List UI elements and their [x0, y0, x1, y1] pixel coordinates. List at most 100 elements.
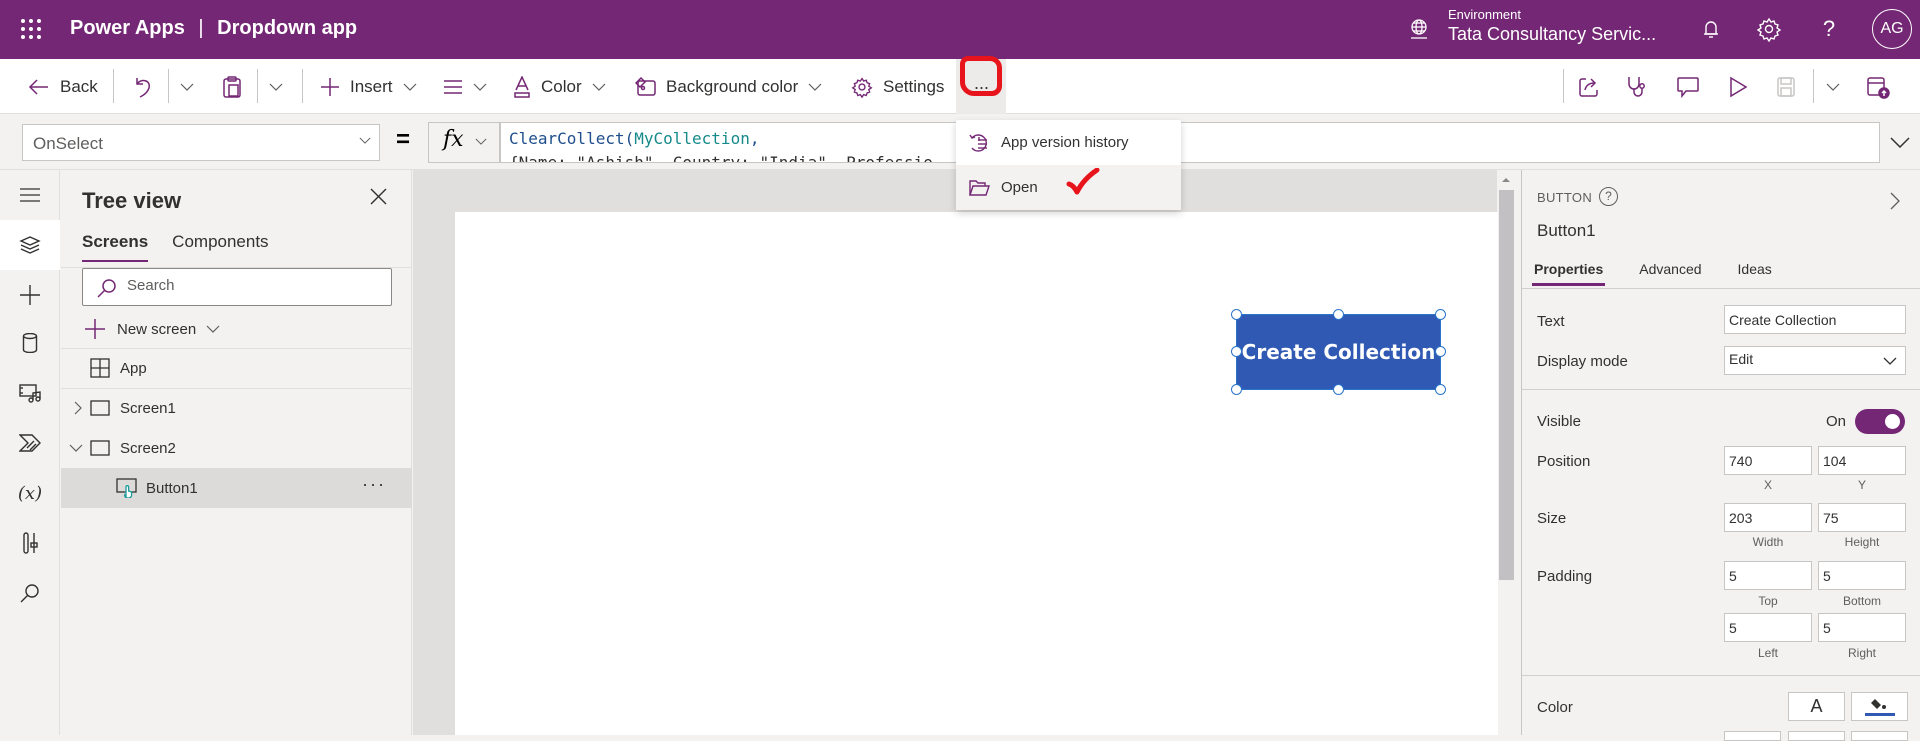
tree-node-screen2[interactable]: Screen2 — [61, 428, 412, 468]
expand-formula-button[interactable] — [1880, 122, 1920, 163]
canvas-vertical-scrollbar[interactable] — [1498, 170, 1514, 735]
control-type-label: BUTTON — [1537, 190, 1593, 205]
rail-search[interactable] — [0, 568, 60, 618]
new-screen-button[interactable]: New screen — [85, 314, 220, 344]
rail-data[interactable] — [0, 318, 60, 368]
height-input[interactable] — [1818, 503, 1906, 532]
tree-node-button1[interactable]: Button1 ··· — [61, 468, 412, 508]
position-x-input[interactable] — [1724, 446, 1812, 475]
formula-line-1: ClearCollect(MyCollection, — [509, 127, 1871, 151]
create-collection-button[interactable]: Create Collection — [1236, 314, 1441, 390]
control-name[interactable]: Button1 — [1537, 221, 1596, 241]
fill-color-button[interactable] — [1851, 692, 1908, 721]
paste-button[interactable] — [222, 59, 242, 114]
rail-advanced-tools[interactable] — [0, 518, 60, 568]
rail-tree-view[interactable] — [0, 220, 60, 270]
resize-handle-right[interactable] — [1435, 346, 1446, 357]
tab-advanced[interactable]: Advanced — [1637, 261, 1703, 286]
help-icon[interactable]: ? — [1599, 187, 1618, 206]
rail-power-automate[interactable] — [0, 418, 60, 468]
product-name: Power Apps — [70, 17, 185, 39]
color-button[interactable]: Color — [513, 59, 606, 114]
resize-handle-top-right[interactable] — [1435, 309, 1446, 320]
back-button[interactable]: Back — [28, 59, 98, 114]
menu-item-app-version-history[interactable]: App version history — [956, 120, 1181, 165]
app-launcher-icon[interactable] — [20, 18, 42, 40]
close-tree-view-button[interactable] — [370, 188, 387, 205]
undo-dropdown-button[interactable] — [180, 59, 194, 114]
x-caption: X — [1763, 478, 1772, 492]
help-icon[interactable]: ? — [1816, 16, 1842, 42]
collapse-panel-button[interactable] — [1890, 192, 1900, 210]
publish-button[interactable] — [1866, 59, 1890, 114]
rail-media[interactable] — [0, 368, 60, 418]
width-input[interactable] — [1724, 503, 1812, 532]
more-commands-button[interactable]: ... — [956, 56, 1006, 114]
node-more-options-button[interactable]: ··· — [362, 474, 386, 495]
right-caption: Right — [1847, 646, 1876, 660]
color-input-partial[interactable] — [1788, 731, 1845, 741]
padding-top-input[interactable] — [1724, 561, 1812, 590]
notification-bell-icon[interactable] — [1698, 16, 1724, 42]
align-button[interactable] — [443, 59, 487, 114]
settings-gear-icon[interactable] — [1756, 16, 1782, 42]
resize-handle-bottom-right[interactable] — [1435, 384, 1446, 395]
paste-dropdown-button[interactable] — [269, 59, 283, 114]
rail-insert[interactable] — [0, 270, 60, 320]
function-picker-button[interactable]: fx — [428, 122, 500, 163]
property-dropdown[interactable]: OnSelect — [22, 124, 380, 161]
text-color-button[interactable]: A — [1788, 692, 1845, 721]
tree-node-screen1[interactable]: Screen1 — [61, 388, 412, 428]
display-mode-label: Display mode — [1537, 353, 1628, 370]
settings-button[interactable]: Settings — [851, 59, 944, 114]
tree-node-app[interactable]: App — [61, 348, 412, 388]
comment-icon — [1677, 76, 1699, 98]
app-grid-icon — [90, 358, 110, 378]
publish-icon — [1867, 76, 1890, 99]
color-input-partial[interactable] — [1724, 731, 1781, 741]
scroll-up-arrow-icon[interactable] — [1502, 178, 1510, 182]
environment-picker[interactable]: Tata Consultancy Servic... — [1448, 24, 1656, 45]
resize-handle-top[interactable] — [1333, 309, 1344, 320]
tab-components[interactable]: Components — [172, 232, 268, 262]
rail-variables[interactable]: (x) — [0, 468, 60, 518]
resize-handle-bottom-left[interactable] — [1231, 384, 1242, 395]
formula-function: ClearCollect( — [509, 129, 635, 148]
divider — [113, 69, 114, 103]
save-options-dropdown[interactable] — [1826, 59, 1840, 114]
insert-button[interactable]: Insert — [320, 59, 417, 114]
tree-search-input[interactable] — [127, 277, 377, 294]
app-checker-button[interactable] — [1626, 59, 1650, 114]
tab-properties[interactable]: Properties — [1532, 261, 1606, 286]
rail-menu-button[interactable] — [0, 170, 60, 220]
user-avatar[interactable]: AG — [1872, 9, 1912, 49]
annotation-highlight — [960, 56, 1002, 96]
share-icon — [1579, 77, 1598, 97]
chevron-right-icon[interactable] — [71, 401, 85, 415]
resize-handle-bottom[interactable] — [1333, 384, 1344, 395]
save-button[interactable] — [1776, 59, 1796, 114]
share-button[interactable] — [1578, 59, 1600, 114]
undo-button[interactable] — [133, 59, 153, 114]
background-color-button[interactable]: Background color — [634, 59, 822, 114]
chevron-down-icon[interactable] — [69, 444, 83, 452]
resize-handle-left[interactable] — [1231, 346, 1242, 357]
visible-toggle[interactable] — [1855, 409, 1905, 434]
formula-editor[interactable]: ClearCollect(MyCollection, {Name: "Ashis… — [500, 122, 1880, 163]
display-mode-dropdown[interactable]: Edit — [1724, 346, 1906, 375]
screen-canvas[interactable]: Create Collection — [455, 212, 1500, 735]
preview-button[interactable] — [1728, 59, 1748, 114]
scrollbar-thumb[interactable] — [1499, 190, 1514, 580]
position-y-input[interactable] — [1818, 446, 1906, 475]
media-icon — [19, 384, 41, 403]
tab-screens[interactable]: Screens — [82, 232, 149, 262]
tree-search-box[interactable] — [82, 268, 392, 306]
comments-button[interactable] — [1676, 59, 1700, 114]
color-input-partial[interactable] — [1851, 731, 1908, 741]
resize-handle-top-left[interactable] — [1231, 309, 1242, 320]
text-property-input[interactable] — [1724, 305, 1906, 334]
padding-left-input[interactable] — [1724, 613, 1812, 642]
padding-bottom-input[interactable] — [1818, 561, 1906, 590]
padding-right-input[interactable] — [1818, 613, 1906, 642]
tab-ideas[interactable]: Ideas — [1736, 261, 1774, 286]
